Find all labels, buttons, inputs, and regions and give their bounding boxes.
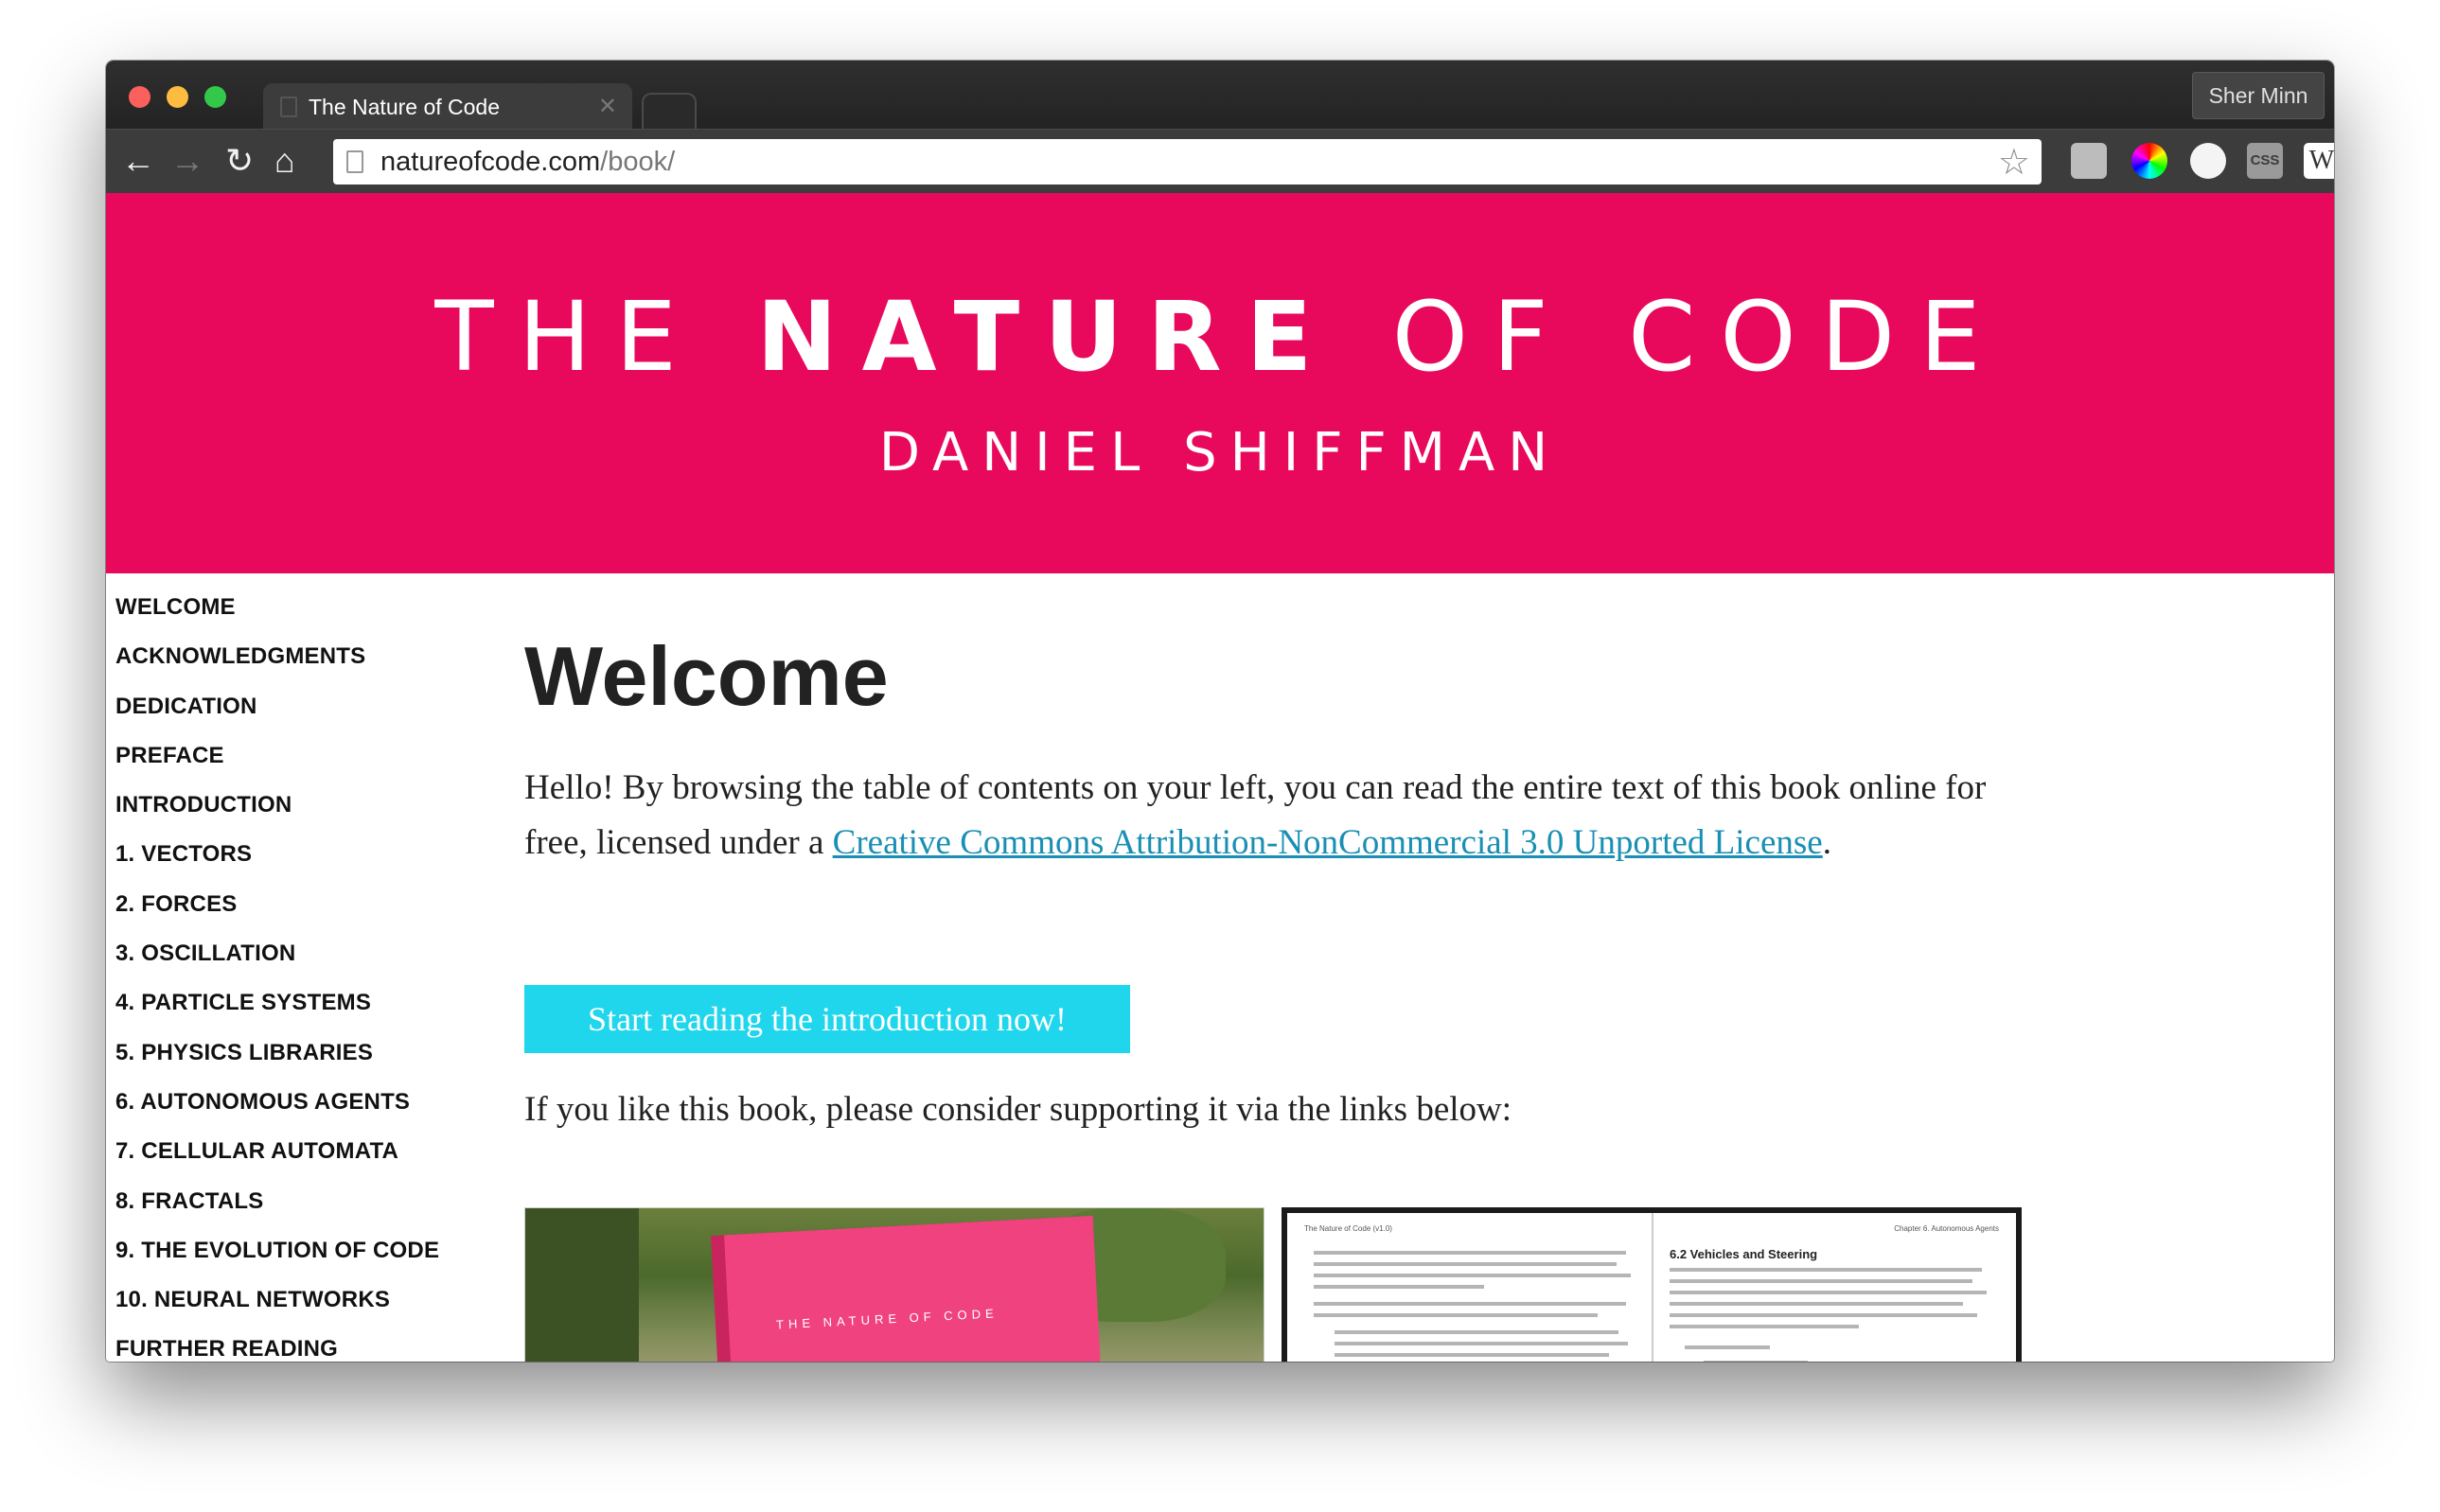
zoom-window-button[interactable] [204,86,226,108]
browser-tab-active[interactable]: The Nature of Code ✕ [263,83,632,131]
intro-paragraph: Hello! By browsing the table of contents… [524,761,2058,870]
spread-right-header: Chapter 6. Autonomous Agents [1894,1224,1999,1233]
close-window-button[interactable] [129,86,150,108]
title-part: OF CODE [1336,281,2006,394]
toc-item[interactable]: 10. NEURAL NETWORKS [115,1287,439,1336]
page-title: Welcome [524,629,889,723]
title-part: THE [434,281,757,394]
header-banner: THE NATURE OF CODE DANIEL SHIFFMAN [106,193,2334,573]
toc-item[interactable]: INTRODUCTION [115,792,439,841]
toc-item[interactable]: 4. PARTICLE SYSTEMS [115,990,439,1039]
print-book-image[interactable]: THE NATURE OF CODE [524,1207,1264,1362]
browser-window: The Nature of Code ✕ Sher Minn ← → ↻ ⌂ n… [106,61,2334,1362]
web-page: THE NATURE OF CODE DANIEL SHIFFMAN WELCO… [106,193,2334,1362]
toc-item[interactable]: FURTHER READING [115,1336,439,1362]
toc-item[interactable]: 5. PHYSICS LIBRARIES [115,1040,439,1089]
toc-item[interactable]: 6. AUTONOMOUS AGENTS [115,1089,439,1138]
tab-title: The Nature of Code [309,95,501,119]
wikipedia-extension-icon[interactable]: W [2304,143,2334,179]
toc-item[interactable]: PREFACE [115,743,439,792]
home-icon[interactable]: ⌂ [274,139,295,183]
intro-end: . [1822,823,1831,862]
url-text[interactable]: natureofcode.com/book/ [380,147,675,178]
browser-toolbar: ← → ↻ ⌂ natureofcode.com/book/ ☆ CSS W 🔥 [106,129,2334,193]
author-name: DANIEL SHIFFMAN [878,422,1562,483]
address-bar[interactable]: natureofcode.com/book/ ☆ [333,139,2042,185]
profile-button[interactable]: Sher Minn [2192,72,2325,119]
url-path: /book/ [600,147,676,177]
toc-item[interactable]: WELCOME [115,594,439,643]
tab-close-icon[interactable]: ✕ [598,93,617,120]
toc-item[interactable]: DEDICATION [115,694,439,743]
toc-item[interactable]: ACKNOWLEDGMENTS [115,643,439,693]
start-reading-button[interactable]: Start reading the introduction now! [524,985,1130,1053]
license-link[interactable]: Creative Commons Attribution-NonCommerci… [833,823,1823,862]
url-domain: natureofcode.com [380,147,601,177]
title-bold-part: NATURE [756,281,1337,394]
new-tab-button[interactable] [642,93,697,129]
reload-icon[interactable]: ↻ [225,139,254,183]
css-extension-icon[interactable]: CSS [2247,143,2283,179]
table-of-contents: WELCOME ACKNOWLEDGMENTS DEDICATION PREFACE I… [115,594,439,1362]
book-box-text: THE NATURE OF CODE [775,1306,999,1332]
minimize-window-button[interactable] [167,86,188,108]
toc-item[interactable]: 7. CELLULAR AUTOMATA [115,1138,439,1187]
page-icon [346,150,363,173]
spread-subheading: 6.2 Vehicles and Steering [1670,1247,1818,1261]
forward-arrow-icon[interactable]: → [170,139,204,183]
ebook-preview-image[interactable]: The Nature of Code (v1.0) Chapter 6. Aut… [1282,1207,2022,1362]
back-arrow-icon[interactable]: ← [121,139,155,183]
toc-item[interactable]: 8. FRACTALS [115,1188,439,1238]
toc-item[interactable]: 2. FORCES [115,891,439,941]
toc-item[interactable]: 9. THE EVOLUTION OF CODE [115,1238,439,1287]
support-text: If you like this book, please consider s… [524,1090,1512,1129]
bookmark-star-icon[interactable]: ☆ [1998,141,2030,184]
color-wheel-extension-icon[interactable] [2131,143,2167,179]
toc-item[interactable]: 1. VECTORS [115,841,439,890]
page-favicon-icon [280,97,297,117]
circle-extension-icon[interactable] [2190,143,2226,179]
toc-item[interactable]: 3. OSCILLATION [115,941,439,990]
title-bar: The Nature of Code ✕ Sher Minn [106,61,2334,131]
spread-left-header: The Nature of Code (v1.0) [1304,1224,1392,1233]
camera-extension-icon[interactable] [2071,143,2107,179]
book-title: THE NATURE OF CODE [106,286,2334,390]
